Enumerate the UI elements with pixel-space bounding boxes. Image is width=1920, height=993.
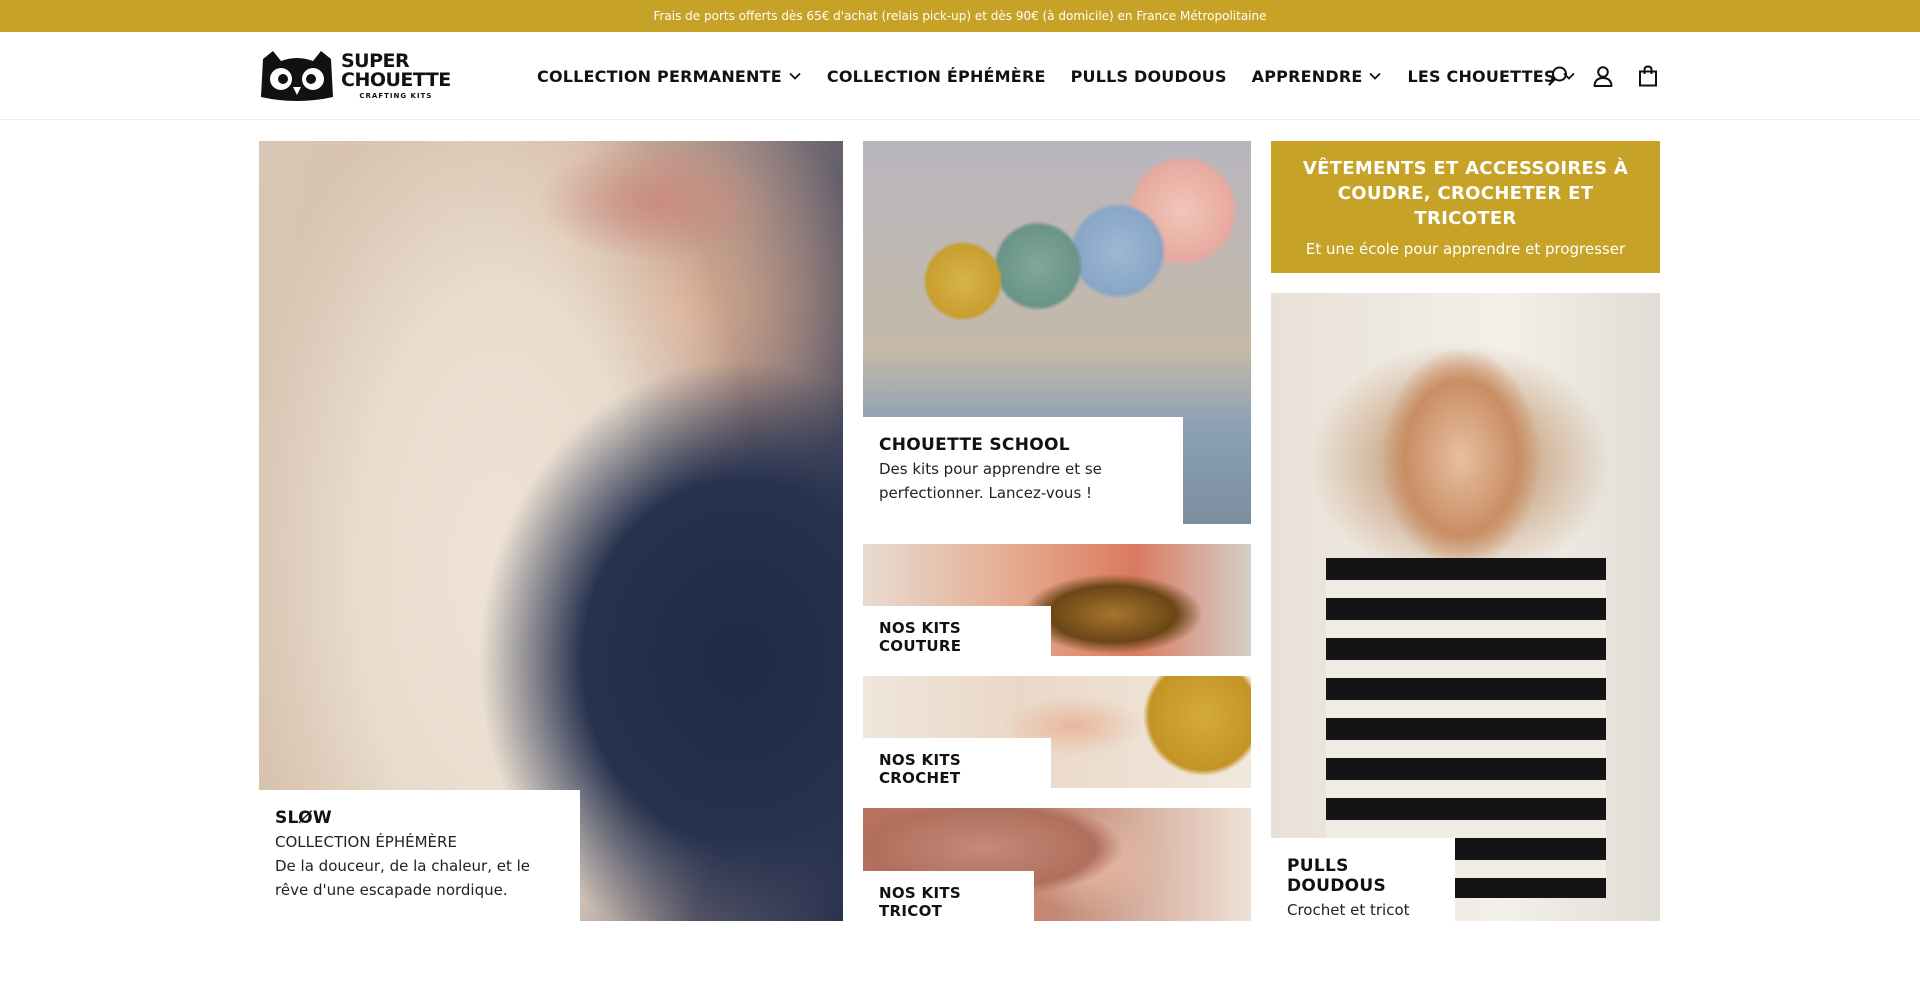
nav-label: APPRENDRE — [1251, 66, 1363, 86]
tile-description: De la douceur, de la chaleur, et le rêve… — [275, 857, 531, 899]
announcement-bar: Frais de ports offerts dès 65€ d'achat (… — [0, 0, 1920, 32]
tile-card: NOS KITS COUTURE — [863, 606, 1051, 656]
tile-subtitle: COLLECTION ÉPHÉMÈRE — [275, 833, 457, 851]
tile-title: SLØW — [275, 808, 332, 828]
chevron-down-icon — [1369, 72, 1382, 80]
nav-label: LES CHOUETTES — [1407, 66, 1556, 86]
tile-title: NOS KITS CROCHET — [879, 751, 961, 787]
tile-title: NOS KITS COUTURE — [879, 619, 962, 655]
nav-label: PULLS DOUDOUS — [1070, 66, 1227, 86]
logo-wordmark: SUPER CHOUETTE CRAFTING KITS — [341, 52, 451, 100]
tile-card: NOS KITS TRICOT — [863, 871, 1034, 921]
header-actions — [1546, 32, 1681, 120]
nav-collection-permanente[interactable]: COLLECTION PERMANENTE — [537, 67, 802, 86]
nav-label: COLLECTION PERMANENTE — [537, 66, 782, 86]
tile-pulls-doudous[interactable]: PULLS DOUDOUS Crochet et tricot — [1271, 293, 1660, 921]
nav-pulls-doudous[interactable]: PULLS DOUDOUS — [1071, 67, 1227, 86]
tile-title: PULLS DOUDOUS — [1287, 856, 1387, 896]
tile-title: CHOUETTE SCHOOL — [879, 435, 1070, 455]
logo[interactable]: SUPER CHOUETTE CRAFTING KITS — [259, 49, 455, 103]
nav-apprendre[interactable]: APPRENDRE — [1252, 67, 1383, 86]
main-nav: COLLECTION PERMANENTE COLLECTION ÉPHÉMÈR… — [537, 32, 1601, 120]
logo-tagline: CRAFTING KITS — [359, 92, 433, 100]
cart-icon[interactable] — [1636, 64, 1660, 88]
tile-kits-tricot[interactable]: NOS KITS TRICOT — [863, 808, 1251, 921]
tile-card: CHOUETTE SCHOOL Des kits pour apprendre … — [863, 417, 1183, 524]
tile-description: Des kits pour apprendre et se perfection… — [879, 460, 1102, 502]
promo-subtitle: Et une école pour apprendre et progresse… — [1305, 240, 1626, 258]
tile-title: NOS KITS TRICOT — [879, 884, 961, 920]
tile-description: Crochet et tricot — [1287, 901, 1410, 919]
site-header: SUPER CHOUETTE CRAFTING KITS COLLECTION … — [0, 32, 1920, 120]
tile-card: SLØW COLLECTION ÉPHÉMÈRE De la douceur, … — [259, 790, 580, 921]
sweater-photo — [1271, 293, 1660, 921]
tile-kits-couture[interactable]: NOS KITS COUTURE — [863, 544, 1251, 656]
promo-title: VÊTEMENTS ET ACCESSOIRES À COUDRE, CROCH… — [1302, 158, 1629, 229]
account-icon[interactable] — [1591, 64, 1615, 88]
tile-slow[interactable]: SLØW COLLECTION ÉPHÉMÈRE De la douceur, … — [259, 141, 843, 921]
tile-kits-crochet[interactable]: NOS KITS CROCHET — [863, 676, 1251, 788]
tile-chouette-school[interactable]: CHOUETTE SCHOOL Des kits pour apprendre … — [863, 141, 1251, 524]
nav-collection-ephemere[interactable]: COLLECTION ÉPHÉMÈRE — [827, 67, 1046, 86]
search-icon[interactable] — [1546, 64, 1570, 88]
nav-label: COLLECTION ÉPHÉMÈRE — [826, 66, 1046, 86]
owl-logo-icon — [261, 51, 333, 101]
tile-card: PULLS DOUDOUS Crochet et tricot — [1271, 838, 1455, 921]
announcement-text: Frais de ports offerts dès 65€ d'achat (… — [653, 9, 1267, 23]
tile-card: NOS KITS CROCHET — [863, 738, 1051, 788]
promo-banner: VÊTEMENTS ET ACCESSOIRES À COUDRE, CROCH… — [1271, 141, 1660, 273]
logo-line-2: CHOUETTE — [341, 69, 451, 91]
chevron-down-icon — [789, 72, 801, 80]
